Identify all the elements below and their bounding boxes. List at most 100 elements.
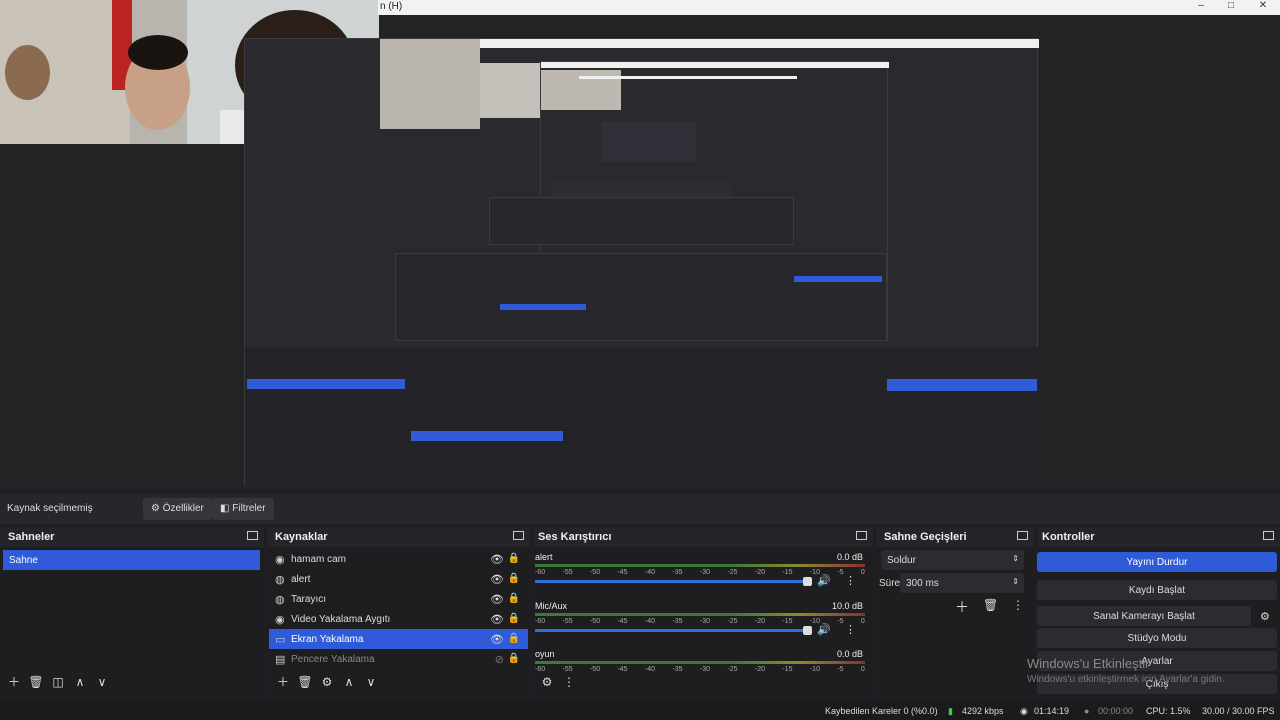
windows-activation-title: Windows'u Etkinleştir [1027,656,1150,671]
globe-icon: ◍ [275,574,285,586]
filters-button[interactable]: ◧ Filtreler [212,498,274,520]
bitrate: 4292 kbps [962,706,1004,716]
eye-hidden-icon[interactable]: ⊘ [495,653,504,666]
signal-icon: ▮ [948,706,953,716]
source-item[interactable]: ◉ Video Yakalama Aygıtı 👁 🔒 [269,609,528,629]
meter-ticks: -60 -55 -50 -45 -40 -35 -30 -25 -20 -15 -10 -5 0 [535,618,865,625]
volume-meter [535,661,865,664]
trash-icon[interactable]: 🗑 [26,675,46,689]
lock-icon[interactable]: 🔒 [508,553,520,564]
dock-float-icon[interactable] [856,531,867,540]
gear-icon[interactable]: ⚙ [1260,610,1270,623]
tick-label: 0 [860,618,865,625]
lock-icon[interactable]: 🔒 [508,633,520,644]
tick-label: 0 [860,666,865,673]
globe-icon: ◍ [275,594,285,606]
source-item[interactable]: ◍ Tarayıcı 👁 🔒 [269,589,528,609]
tick-label: -30 [699,618,711,625]
lock-icon[interactable]: 🔒 [508,653,520,664]
camera-icon: ◉ [275,614,285,626]
tick-label: -30 [699,569,711,576]
volume-slider[interactable] [535,580,805,583]
meter-ticks: -60 -55 -50 -45 -40 -35 -30 -25 -20 -15 -10 -5 0 [535,666,865,673]
gear-icon[interactable]: ⚙ [317,675,337,689]
close-icon[interactable]: ✕ [1248,0,1278,11]
tick-label: -15 [782,666,793,673]
tick-label: -25 [727,569,738,576]
speaker-icon[interactable]: 🔊 [817,574,831,587]
eye-icon[interactable]: 👁 [490,593,504,606]
tick-label: -40 [644,569,656,576]
add-icon[interactable]: ＋ [955,597,969,617]
start-recording-button[interactable]: Kaydı Başlat [1037,580,1277,600]
add-icon[interactable]: ＋ [4,673,24,690]
mixer-channel: alert 0.0 dB -60 -55 -50 -45 -40 -35 -30 -25 -20… [535,552,865,598]
rec-time: 00:00:00 [1098,706,1134,716]
volume-meter [535,564,865,567]
transition-select[interactable]: Soldur ⇕ [881,550,1024,570]
properties-button[interactable]: ⚙ Özellikler [143,498,212,520]
eye-icon[interactable]: 👁 [490,553,504,566]
camera-icon: ◉ [275,554,285,566]
tick-label: -15 [782,569,793,576]
window-titlebar: n (H) – □ ✕ [378,0,1280,15]
dock-float-icon[interactable] [1017,531,1028,540]
lock-icon[interactable]: 🔒 [508,593,520,604]
tick-label: -55 [562,618,573,625]
eye-icon[interactable]: 👁 [490,613,504,626]
channel-db: 0.0 dB [836,552,863,562]
add-icon[interactable]: ＋ [273,673,293,690]
live-icon: ◉ [1020,706,1028,716]
fps: 30.00 / 30.00 FPS [1202,706,1275,716]
duration-stepper[interactable]: 300 ms ⇕ [900,573,1024,593]
lock-icon[interactable]: 🔒 [508,613,520,624]
dropped-frames: Kaybedilen Kareler 0 (%0.0) [825,706,938,716]
nested-preview-1 [244,38,1039,487]
maximize-icon[interactable]: □ [1216,0,1246,11]
mixer-channel: Mic/Aux 10.0 dB -60 -55 -50 -45 -40 -35 -30 -25… [535,601,865,647]
tick-label: -60 [535,618,546,625]
sources-toolbar: ＋ 🗑 ⚙ ∧ ∨ [273,673,383,691]
volume-knob[interactable] [803,626,812,635]
filter-icon[interactable]: ◫ [48,675,68,689]
arrow-down-icon[interactable]: ∨ [92,675,112,689]
dock-float-icon[interactable] [1263,531,1274,540]
scenes-toolbar: ＋ 🗑 ◫ ∧ ∨ [4,673,114,691]
studio-mode-button[interactable]: Stüdyo Modu [1037,628,1277,648]
trash-icon[interactable]: 🗑 [983,598,998,612]
tick-label: -45 [617,569,628,576]
tick-label: -15 [782,618,793,625]
arrow-down-icon[interactable]: ∨ [361,675,381,689]
dock-float-icon[interactable] [247,531,258,540]
tick-label: -55 [562,666,573,673]
scene-item[interactable]: Sahne [3,550,260,570]
source-item[interactable]: ◉ hamam cam 👁 🔒 [269,549,528,569]
menu-text[interactable]: n (H) [380,1,402,12]
menu-dots-icon[interactable]: ⋮ [845,574,856,587]
source-item-selected[interactable]: ▭ Ekran Yakalama 👁 🔒 [269,629,528,649]
channel-name: alert [535,552,553,562]
arrow-up-icon[interactable]: ∧ [70,675,90,689]
tick-label: -30 [699,666,711,673]
dock-float-icon[interactable] [513,531,524,540]
menu-dots-icon[interactable]: ⋮ [845,623,856,636]
source-item[interactable]: ◍ alert 👁 🔒 [269,569,528,589]
speaker-icon[interactable]: 🔊 [817,623,831,636]
eye-icon[interactable]: 👁 [490,633,504,646]
tick-label: -55 [562,569,573,576]
menu-dots-icon[interactable]: ⋮ [1012,598,1024,612]
tick-label: -40 [644,666,656,673]
lock-icon[interactable]: 🔒 [508,573,520,584]
volume-knob[interactable] [803,577,812,586]
eye-icon[interactable]: 👁 [490,573,504,586]
volume-slider[interactable] [535,629,805,632]
start-virtual-camera-button[interactable]: Sanal Kamerayı Başlat [1037,606,1251,626]
stop-streaming-button[interactable]: Yayını Durdur [1037,552,1277,572]
meter-ticks: -60 -55 -50 -45 -40 -35 -30 -25 -20 -15 -10 -5 0 [535,569,865,576]
tick-label: -45 [617,618,628,625]
minimize-icon[interactable]: – [1186,0,1216,11]
source-item[interactable]: ▤ Pencere Yakalama ⊘ 🔒 [269,649,528,669]
trash-icon[interactable]: 🗑 [295,675,315,689]
channel-name: Mic/Aux [535,601,568,611]
arrow-up-icon[interactable]: ∧ [339,675,359,689]
